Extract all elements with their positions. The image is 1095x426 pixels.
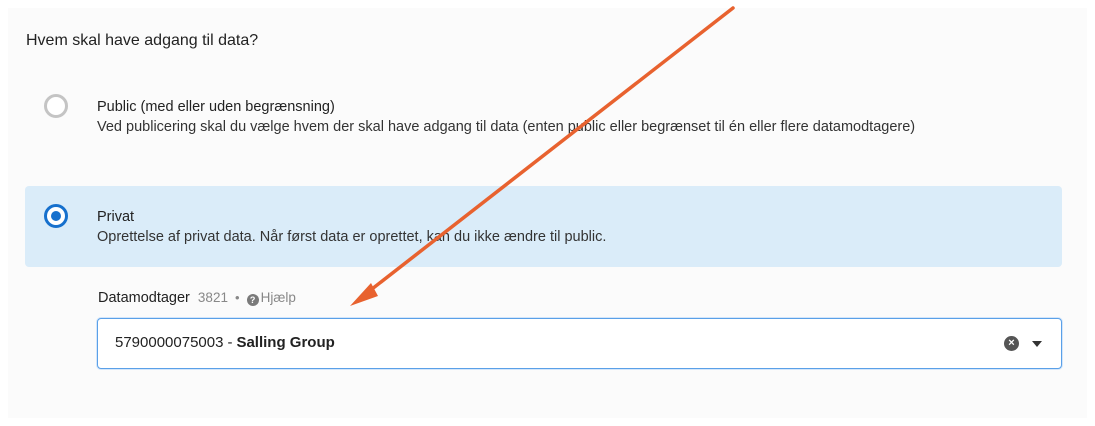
datamodtager-label: Datamodtager [98,290,190,306]
page: Hvem skal have adgang til data? Public (… [0,0,1095,426]
selected-value: 5790000075003- Salling Group [115,334,335,351]
question-circle-icon: ? [246,294,259,306]
selected-name: Salling Group [236,334,335,351]
option-private-description: Oprettelse af privat data. Når først dat… [97,229,607,245]
question-heading: Hvem skal have adgang til data? [26,32,259,49]
radio-selected-dot [51,211,61,221]
radio-private[interactable] [44,204,68,228]
option-public-description: Ved publicering skal du vælge hvem der s… [97,119,916,135]
selected-separator: - [227,334,233,351]
clear-icon[interactable]: × [1004,336,1019,351]
option-public[interactable]: Public (med eller uden begrænsning) Ved … [25,80,1062,180]
help-label: Hjælp [260,290,296,305]
datamodtager-label-row: Datamodtager 3821 • ? Hjælp [98,288,296,308]
option-private-title: Privat [97,209,135,225]
field-id: 3821 [197,290,228,305]
help-link[interactable]: ? Hjælp [246,290,296,306]
option-public-title: Public (med eller uden begrænsning) [97,99,335,115]
radio-public[interactable] [44,94,68,118]
option-public-text: Public (med eller uden begrænsning) Ved … [97,97,1022,138]
selected-code: 5790000075003 [115,334,224,351]
option-private[interactable]: Privat Oprettelse af privat data. Når fø… [25,186,1062,267]
datamodtager-select[interactable]: 5790000075003- Salling Group × [97,318,1062,369]
option-private-text: Privat Oprettelse af privat data. Når fø… [97,207,1022,248]
field-separator: • [235,290,240,305]
caret-down-icon[interactable] [1032,341,1042,347]
